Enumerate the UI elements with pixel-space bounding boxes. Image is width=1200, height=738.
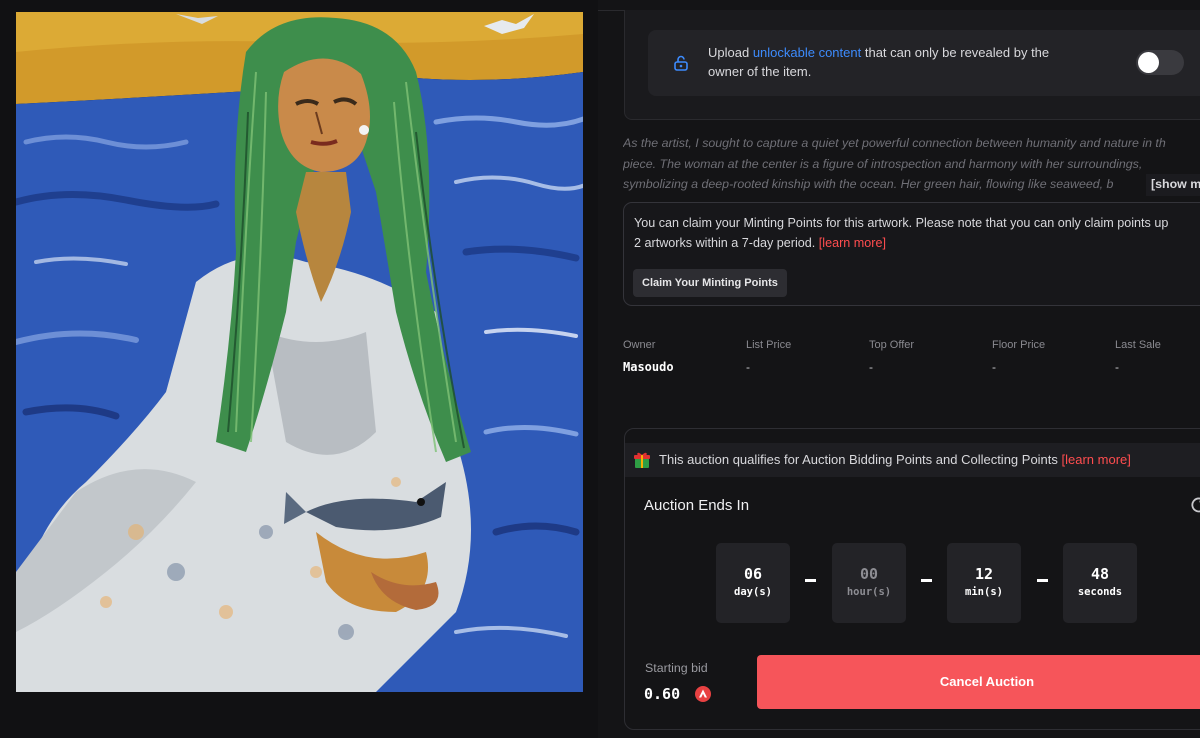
- lock-icon: [672, 54, 690, 72]
- stats-row: Owner Masoudo List Price - Top Offer - F…: [623, 338, 1200, 378]
- unlockable-text-start: Upload: [708, 45, 753, 60]
- countdown-days: 06 day(s): [716, 543, 790, 623]
- stat-value: -: [869, 360, 873, 374]
- countdown-unit: min(s): [965, 586, 1003, 598]
- stat-label: Top Offer: [869, 339, 915, 351]
- toggle-knob: [1138, 52, 1159, 73]
- show-more-link[interactable]: [show m: [1146, 174, 1200, 196]
- countdown-separator: [1037, 579, 1048, 582]
- countdown-value: 06: [743, 565, 763, 583]
- description-line: As the artist, I sought to capture a qui…: [623, 136, 1166, 150]
- minting-text-line2: 2 artworks within a 7-day period.: [634, 235, 819, 250]
- unlockable-description: Upload unlockable content that can only …: [708, 43, 1068, 81]
- countdown-unit: seconds: [1077, 586, 1123, 598]
- unlockable-card: Upload unlockable content that can only …: [648, 30, 1200, 96]
- minting-learn-more-link[interactable]: [learn more]: [819, 236, 886, 250]
- starting-bid-label: Starting bid: [645, 661, 708, 675]
- gift-icon: [633, 451, 651, 469]
- countdown-unit: day(s): [734, 586, 772, 598]
- minting-text-line1: You can claim your Minting Points for th…: [634, 216, 1169, 230]
- artwork-image[interactable]: [16, 12, 583, 692]
- unlockable-content-link[interactable]: unlockable content: [753, 45, 861, 60]
- claim-minting-points-button[interactable]: Claim Your Minting Points: [633, 269, 787, 297]
- stat-last-sale: Last Sale -: [1115, 338, 1161, 374]
- minting-points-card: You can claim your Minting Points for th…: [623, 202, 1200, 306]
- stat-top-offer: Top Offer -: [869, 338, 914, 374]
- minting-points-text: You can claim your Minting Points for th…: [634, 214, 1200, 253]
- stat-label: List Price: [746, 339, 792, 351]
- stat-floor-price: Floor Price -: [992, 338, 1045, 374]
- unlockable-toggle[interactable]: [1136, 50, 1184, 75]
- countdown-value: 00: [859, 565, 879, 583]
- stat-owner: Owner Masoudo: [623, 338, 674, 374]
- description-line: symbolizing a deep-rooted kinship with t…: [623, 177, 1114, 191]
- countdown-value: 12: [974, 565, 994, 583]
- description-line: piece. The woman at the center is a figu…: [623, 156, 1143, 171]
- artwork-frame: [0, 0, 598, 738]
- owner-name[interactable]: Masoudo: [623, 360, 674, 374]
- auction-points-text: This auction qualifies for Auction Biddi…: [659, 452, 1131, 467]
- refresh-icon[interactable]: [1189, 495, 1200, 515]
- stat-label: Owner: [623, 339, 656, 351]
- auction-points-banner: This auction qualifies for Auction Biddi…: [625, 443, 1200, 477]
- cancel-auction-button[interactable]: Cancel Auction: [757, 655, 1200, 709]
- details-panel: Upload unlockable content that can only …: [598, 0, 1200, 738]
- stat-label: Last Sale: [1115, 339, 1161, 351]
- countdown-separator: [805, 579, 816, 582]
- countdown-seconds: 48 seconds: [1063, 543, 1137, 623]
- countdown-value: 48: [1090, 565, 1110, 583]
- countdown-unit: hour(s): [846, 586, 892, 598]
- stat-value: -: [746, 360, 750, 374]
- artwork-description: As the artist, I sought to capture a qui…: [623, 133, 1200, 195]
- stat-list-price: List Price -: [746, 338, 791, 374]
- countdown-separator: [921, 579, 932, 582]
- artwork-painting: [16, 12, 583, 692]
- starting-bid-value: 0.60: [644, 685, 681, 703]
- auction-card: This auction qualifies for Auction Biddi…: [624, 428, 1200, 730]
- stat-value: -: [1115, 360, 1119, 374]
- stat-value: -: [992, 360, 996, 374]
- avax-icon: [695, 686, 711, 702]
- auction-learn-more-link[interactable]: [learn more]: [1062, 452, 1131, 467]
- countdown-hours: 00 hour(s): [832, 543, 906, 623]
- countdown-minutes: 12 min(s): [947, 543, 1021, 623]
- stat-label: Floor Price: [992, 339, 1046, 351]
- auction-points-description: This auction qualifies for Auction Biddi…: [659, 452, 1062, 467]
- auction-ends-label: Auction Ends In: [644, 497, 750, 514]
